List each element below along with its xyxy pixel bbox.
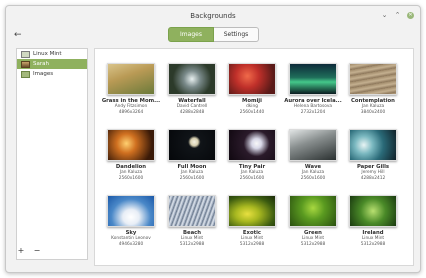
wallpaper-thumbnail xyxy=(289,195,337,227)
view-switcher: Images Settings xyxy=(168,27,259,42)
sidebar-item-label: Sarah xyxy=(33,61,49,67)
wallpaper-item[interactable]: Sky Konstantin Leonov 4946x3280 xyxy=(101,195,161,247)
title-bar: Backgrounds ⌄ ⌃ ✕ xyxy=(6,6,420,26)
sidebar-controls: + − xyxy=(16,246,42,256)
wallpaper-thumbnail xyxy=(107,129,155,161)
wallpaper-thumbnail xyxy=(107,63,155,95)
wallpaper-item[interactable]: Wave Jan Kaluza 2560x1600 xyxy=(283,129,343,181)
wallpaper-grid: Grass in the Mom... Andy Fitzsimon 4896x… xyxy=(94,48,414,266)
wallpaper-item[interactable]: Grass in the Mom... Andy Fitzsimon 4896x… xyxy=(101,63,161,115)
wallpaper-thumbnail xyxy=(289,63,337,95)
sidebar-item-label: Linux Mint xyxy=(33,51,62,57)
wallpaper-item[interactable]: Aurora over Icela... Helena Bartosova 27… xyxy=(283,63,343,115)
wallpaper-item[interactable]: Momiji dking 2560x1440 xyxy=(222,63,282,115)
wallpaper-thumbnail xyxy=(168,195,216,227)
wallpaper-size: 4896x3264 xyxy=(118,109,144,115)
sidebar-item-images[interactable]: Images xyxy=(17,69,87,79)
wallpaper-item[interactable]: Paper Gills Jeremy Hill 4288x2412 xyxy=(343,129,403,181)
close-icon[interactable]: ✕ xyxy=(407,12,414,19)
sidebar-item-linux-mint[interactable]: Linux Mint xyxy=(17,49,87,59)
mint-icon xyxy=(21,50,30,58)
wallpaper-size: 4288x2848 xyxy=(179,109,205,115)
wallpaper-size: 5312x2988 xyxy=(239,241,265,247)
wallpaper-thumbnail xyxy=(349,129,397,161)
wallpaper-size: 4946x3280 xyxy=(118,241,144,247)
wallpaper-size: 2560x1440 xyxy=(239,109,265,115)
wallpaper-thumbnail xyxy=(289,129,337,161)
wallpaper-item[interactable]: Waterfall David Cantrell 4288x2848 xyxy=(162,63,222,115)
wallpaper-item[interactable]: Full Moon Jan Kaluza 2560x1600 xyxy=(162,129,222,181)
sidebar-item-label: Images xyxy=(33,71,54,77)
wallpaper-thumbnail xyxy=(228,63,276,95)
wallpaper-thumbnail xyxy=(349,63,397,95)
minimize-icon[interactable]: ⌄ xyxy=(381,12,388,19)
window-controls: ⌄ ⌃ ✕ xyxy=(381,12,414,19)
wallpaper-item[interactable]: Exotic Linux Mint 5312x2988 xyxy=(222,195,282,247)
wallpaper-size: 2560x1600 xyxy=(300,175,326,181)
wallpaper-thumbnail xyxy=(168,63,216,95)
wallpaper-size: 2560x1600 xyxy=(239,175,265,181)
wallpaper-thumbnail xyxy=(228,195,276,227)
wallpaper-size: 2560x1600 xyxy=(179,175,205,181)
photo-icon xyxy=(21,60,30,68)
back-arrow-icon[interactable]: ← xyxy=(14,30,22,40)
wallpaper-item[interactable]: Green Linux Mint 5312x2988 xyxy=(283,195,343,247)
wallpaper-size: 5312x2988 xyxy=(179,241,205,247)
wallpaper-item[interactable]: Beach Linux Mint 5312x2988 xyxy=(162,195,222,247)
wallpaper-size: 4288x2412 xyxy=(360,175,386,181)
add-folder-button[interactable]: + xyxy=(16,246,26,256)
wallpaper-size: 5312x2988 xyxy=(300,241,326,247)
wallpaper-size: 2560x1600 xyxy=(118,175,144,181)
backgrounds-window: Backgrounds ⌄ ⌃ ✕ ← Images Settings Linu… xyxy=(5,5,421,273)
folder-icon xyxy=(21,70,30,78)
wallpaper-size: 3840x2400 xyxy=(360,109,386,115)
wallpaper-item[interactable]: Dandelion Jan Kaluza 2560x1600 xyxy=(101,129,161,181)
maximize-icon[interactable]: ⌃ xyxy=(394,12,401,19)
wallpaper-thumbnail xyxy=(349,195,397,227)
wallpaper-thumbnail xyxy=(228,129,276,161)
tab-settings[interactable]: Settings xyxy=(214,27,259,42)
collections-sidebar: Linux Mint Sarah Images xyxy=(16,48,88,260)
wallpaper-item[interactable]: Contemplation Jan Kaluza 3840x2400 xyxy=(343,63,403,115)
wallpaper-size: 2732x1204 xyxy=(300,109,326,115)
wallpaper-item[interactable]: Tiny Pair Jan Kaluza 2560x1600 xyxy=(222,129,282,181)
sidebar-item-sarah[interactable]: Sarah xyxy=(17,59,87,69)
remove-folder-button[interactable]: − xyxy=(32,246,42,256)
tab-images[interactable]: Images xyxy=(168,27,214,42)
wallpaper-thumbnail xyxy=(168,129,216,161)
wallpaper-size: 5312x2988 xyxy=(360,241,386,247)
wallpaper-thumbnail xyxy=(107,195,155,227)
wallpaper-item[interactable]: Ireland Linux Mint 5312x2988 xyxy=(343,195,403,247)
window-title: Backgrounds xyxy=(190,12,236,20)
